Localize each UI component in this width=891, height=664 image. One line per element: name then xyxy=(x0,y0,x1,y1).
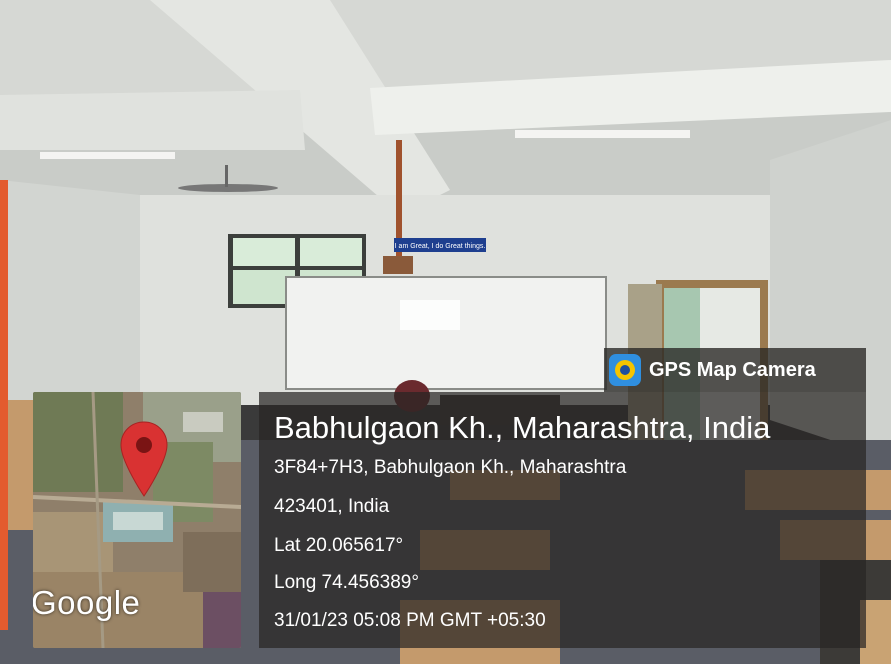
latitude: Lat 20.065617° xyxy=(274,535,404,556)
map-thumbnail: Google xyxy=(33,392,241,648)
address-line-1: 3F84+7H3, Babhulgaon Kh., Maharashtra xyxy=(274,457,627,478)
longitude: Long 74.456389° xyxy=(274,572,419,593)
gps-app-badge: GPS Map Camera xyxy=(604,348,866,392)
location-pin-icon xyxy=(120,421,168,497)
app-name: GPS Map Camera xyxy=(649,358,816,381)
gps-map-camera-icon xyxy=(609,354,641,386)
google-logo: Google xyxy=(33,584,141,621)
location-info-panel: Babhulgaon Kh., Maharashtra, India 3F84+… xyxy=(259,392,866,648)
address-line-2: 423401, India xyxy=(274,496,390,517)
timestamp: 31/01/23 05:08 PM GMT +05:30 xyxy=(274,610,546,631)
location-title: Babhulgaon Kh., Maharashtra, India xyxy=(274,410,771,445)
motivational-sign: I am Great, I do Great things. xyxy=(395,243,486,250)
